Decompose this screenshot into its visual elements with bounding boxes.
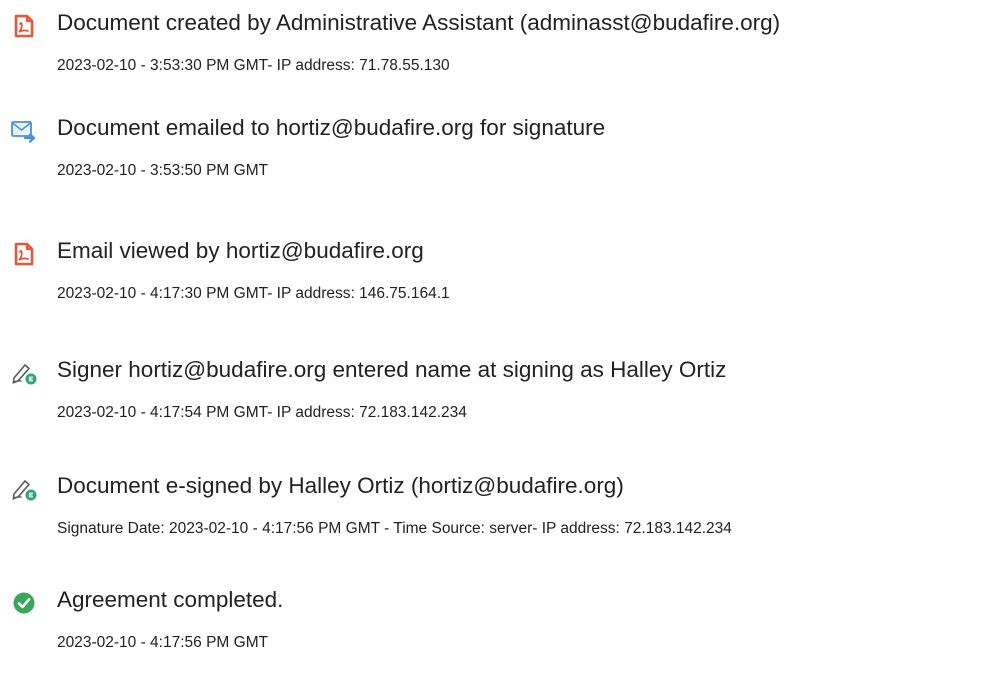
event-timestamp: 2023-02-10 - 4:17:30 PM GMT- IP address:… [57, 285, 450, 302]
check-circle-icon [10, 589, 38, 617]
event-timestamp: 2023-02-10 - 4:17:56 PM GMT [57, 634, 269, 651]
event-timestamp: Signature Date: 2023-02-10 - 4:17:56 PM … [57, 520, 732, 537]
event-timestamp: 2023-02-10 - 3:53:50 PM GMT [57, 162, 269, 179]
audit-event-created: Document created by Administrative Assis… [0, 8, 986, 98]
audit-event-emailed: Document emailed to hortiz@budafire.org … [0, 113, 986, 203]
esign-pen-icon [10, 475, 38, 503]
audit-event-viewed: Email viewed by hortiz@budafire.org 2023… [0, 236, 986, 326]
document-created-icon [10, 12, 38, 40]
event-timestamp: 2023-02-10 - 4:17:54 PM GMT- IP address:… [57, 404, 467, 421]
event-title: Agreement completed. [57, 587, 284, 612]
event-title: Document e-signed by Halley Ortiz (horti… [57, 473, 624, 498]
audit-event-completed: Agreement completed. 2023-02-10 - 4:17:5… [0, 585, 986, 675]
event-title: Document created by Administrative Assis… [57, 10, 781, 35]
email-sent-icon [10, 117, 38, 145]
audit-event-name-entered: Signer hortiz@budafire.org entered name … [0, 355, 986, 445]
event-title: Email viewed by hortiz@budafire.org [57, 238, 424, 263]
audit-event-esigned: Document e-signed by Halley Ortiz (horti… [0, 471, 986, 561]
event-timestamp: 2023-02-10 - 3:53:30 PM GMT- IP address:… [57, 57, 450, 74]
document-viewed-icon [10, 240, 38, 268]
esign-pen-icon [10, 359, 38, 387]
audit-trail: Document created by Administrative Assis… [0, 0, 986, 651]
event-title: Signer hortiz@budafire.org entered name … [57, 357, 727, 382]
event-title: Document emailed to hortiz@budafire.org … [57, 115, 606, 140]
